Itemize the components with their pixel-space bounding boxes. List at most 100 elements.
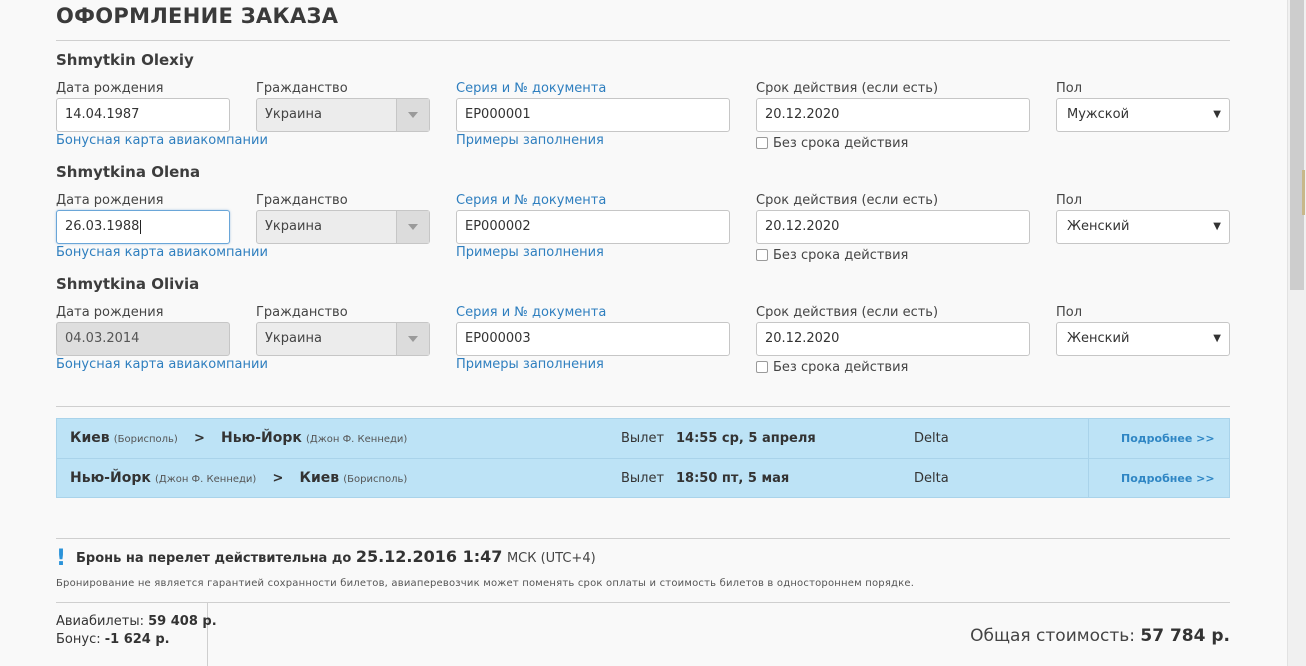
destination-airport: (Борисполь) bbox=[343, 474, 408, 485]
document-value: ЕР000001 bbox=[465, 107, 531, 122]
sex-label: Пол bbox=[1056, 305, 1083, 320]
bonus-card-link[interactable]: Бонусная карта авиакомпании bbox=[56, 245, 268, 260]
document-value: ЕР000003 bbox=[465, 331, 531, 346]
bonus-summary: Бонус: -1 624 р. bbox=[56, 632, 170, 647]
bonus-card-link[interactable]: Бонусная карта авиакомпании bbox=[56, 133, 268, 148]
citizenship-select[interactable]: Украина bbox=[256, 210, 430, 244]
total-value: 57 784 р. bbox=[1140, 626, 1230, 646]
document-value: ЕР000002 bbox=[465, 219, 531, 234]
bonus-label: Бонус: bbox=[56, 632, 101, 647]
airline-name: Delta bbox=[914, 471, 949, 486]
no-expiry-checkbox[interactable] bbox=[756, 137, 768, 149]
dob-value: 14.04.1987 bbox=[65, 107, 140, 122]
flight-details-link[interactable]: Подробнее >> bbox=[1121, 419, 1215, 458]
document-label: Серия и № документа bbox=[456, 305, 607, 320]
examples-link[interactable]: Примеры заполнения bbox=[456, 357, 604, 372]
scrollbar-thumb[interactable] bbox=[1290, 0, 1304, 290]
tickets-summary: Авиабилеты: 59 408 р. bbox=[56, 614, 217, 629]
departure-time: 14:55 ср, 5 апреля bbox=[676, 431, 816, 446]
booking-timezone: МСК (UTC+4) bbox=[506, 551, 596, 566]
citizenship-label: Гражданство bbox=[256, 305, 348, 320]
flight-route: Нью-Йорк (Джон Ф. Кеннеди) > Киев (Борис… bbox=[70, 459, 407, 499]
window-edge-marker bbox=[1302, 170, 1305, 215]
citizenship-select[interactable]: Украина bbox=[256, 98, 430, 132]
passenger-name: Shmytkina Olena bbox=[56, 163, 201, 181]
booking-deadline: 25.12.2016 1:47 bbox=[355, 547, 503, 566]
expiry-label: Срок действия (если есть) bbox=[756, 193, 939, 208]
departure-label: Вылет bbox=[621, 471, 665, 486]
passenger-name: Shmytkin Olexiy bbox=[56, 51, 194, 69]
citizenship-label: Гражданство bbox=[256, 81, 348, 96]
citizenship-value: Украина bbox=[265, 331, 322, 346]
no-expiry-checkbox[interactable] bbox=[756, 249, 768, 261]
chevron-down-icon bbox=[396, 323, 429, 355]
citizenship-label: Гражданство bbox=[256, 193, 348, 208]
citizenship-value: Украина bbox=[265, 107, 322, 122]
dropdown-arrow-icon: ▼ bbox=[1213, 221, 1221, 232]
sex-label: Пол bbox=[1056, 193, 1083, 208]
flight-route: Киев (Борисполь) > Нью-Йорк (Джон Ф. Кен… bbox=[70, 419, 407, 459]
exclamation-icon: ! bbox=[56, 546, 67, 571]
dob-input[interactable]: 14.04.1987 bbox=[56, 98, 230, 132]
flight-details-link[interactable]: Подробнее >> bbox=[1121, 459, 1215, 498]
dob-input[interactable]: 26.03.1988 bbox=[56, 210, 230, 244]
total-label: Общая стоимость: bbox=[970, 626, 1135, 646]
sex-label: Пол bbox=[1056, 81, 1083, 96]
chevron-down-icon bbox=[396, 99, 429, 131]
no-expiry-label: Без срока действия bbox=[773, 136, 909, 151]
citizenship-select[interactable]: Украина bbox=[256, 322, 430, 356]
airline-name: Delta bbox=[914, 431, 949, 446]
expiry-input[interactable]: 20.12.2020 bbox=[756, 98, 1030, 132]
passenger-name: Shmytkina Olivia bbox=[56, 275, 200, 293]
passengers-divider bbox=[56, 406, 1230, 407]
vertical-scrollbar[interactable] bbox=[1287, 0, 1306, 666]
sex-value: Женский bbox=[1067, 331, 1130, 346]
destination-airport: (Джон Ф. Кеннеди) bbox=[306, 434, 408, 445]
flight-row: Киев (Борисполь) > Нью-Йорк (Джон Ф. Кен… bbox=[57, 419, 1229, 458]
document-label: Серия и № документа bbox=[456, 193, 607, 208]
booking-notice: Бронь на перелет действительна до 25.12.… bbox=[76, 547, 596, 566]
destination-city: Нью-Йорк bbox=[221, 430, 302, 446]
destination-city: Киев bbox=[299, 470, 340, 486]
dob-input[interactable]: 04.03.2014 bbox=[56, 322, 230, 356]
bonus-value: -1 624 р. bbox=[104, 632, 170, 647]
expiry-value: 20.12.2020 bbox=[765, 107, 840, 122]
expiry-value: 20.12.2020 bbox=[765, 331, 840, 346]
departure-label: Вылет bbox=[621, 431, 665, 446]
flight-row: Нью-Йорк (Джон Ф. Кеннеди) > Киев (Борис… bbox=[57, 458, 1229, 498]
document-input[interactable]: ЕР000003 bbox=[456, 322, 730, 356]
text-cursor bbox=[140, 219, 142, 234]
booking-disclaimer: Бронирование не является гарантией сохра… bbox=[56, 578, 915, 589]
bonus-card-link[interactable]: Бонусная карта авиакомпании bbox=[56, 357, 268, 372]
sex-select[interactable]: Женский ▼ bbox=[1056, 210, 1230, 244]
dob-value: 26.03.1988 bbox=[65, 219, 140, 234]
origin-airport: (Борисполь) bbox=[113, 434, 178, 445]
citizenship-value: Украина bbox=[265, 219, 322, 234]
dropdown-arrow-icon: ▼ bbox=[1213, 333, 1221, 344]
expiry-input[interactable]: 20.12.2020 bbox=[756, 210, 1030, 244]
route-arrow: > bbox=[272, 471, 284, 486]
sex-select[interactable]: Женский ▼ bbox=[1056, 322, 1230, 356]
document-label: Серия и № документа bbox=[456, 81, 607, 96]
tickets-label: Авиабилеты: bbox=[56, 614, 144, 629]
sex-value: Мужской bbox=[1067, 107, 1130, 122]
booking-divider bbox=[56, 538, 1230, 539]
examples-link[interactable]: Примеры заполнения bbox=[456, 133, 604, 148]
summary-divider bbox=[56, 602, 1230, 603]
dropdown-arrow-icon: ▼ bbox=[1213, 109, 1221, 120]
expiry-input[interactable]: 20.12.2020 bbox=[756, 322, 1030, 356]
flights-column-divider bbox=[1088, 419, 1089, 497]
dob-label: Дата рождения bbox=[56, 305, 164, 320]
sex-select[interactable]: Мужской ▼ bbox=[1056, 98, 1230, 132]
dob-label: Дата рождения bbox=[56, 193, 164, 208]
no-expiry-checkbox[interactable] bbox=[756, 361, 768, 373]
page-title: ОФОРМЛЕНИЕ ЗАКАЗА bbox=[56, 4, 339, 28]
expiry-label: Срок действия (если есть) bbox=[756, 305, 939, 320]
examples-link[interactable]: Примеры заполнения bbox=[456, 245, 604, 260]
expiry-label: Срок действия (если есть) bbox=[756, 81, 939, 96]
no-expiry-label: Без срока действия bbox=[773, 248, 909, 263]
document-input[interactable]: ЕР000001 bbox=[456, 98, 730, 132]
route-arrow: > bbox=[193, 431, 205, 446]
document-input[interactable]: ЕР000002 bbox=[456, 210, 730, 244]
origin-city: Киев bbox=[70, 430, 110, 446]
